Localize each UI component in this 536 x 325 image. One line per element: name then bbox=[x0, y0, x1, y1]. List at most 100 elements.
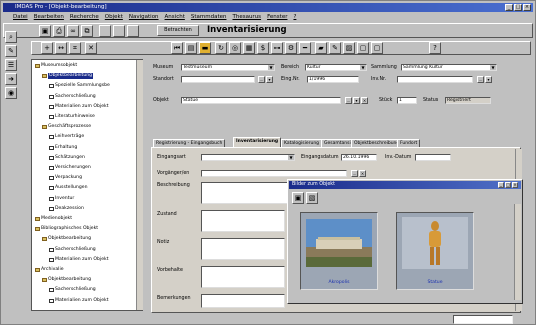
tree-item[interactable]: Materialien zum Objekt bbox=[49, 257, 109, 263]
menu-item[interactable]: Fenster bbox=[267, 13, 287, 22]
tab[interactable]: Registrierung - Eingangsbuch bbox=[153, 139, 226, 147]
popup-minimize-button[interactable]: _ bbox=[498, 182, 504, 188]
tree-item[interactable]: Objektbearbeitung bbox=[42, 236, 91, 242]
dollar-icon[interactable]: $ bbox=[257, 42, 269, 54]
lookup-button[interactable]: … bbox=[477, 76, 484, 83]
tree-item[interactable]: Archivalie bbox=[35, 267, 64, 273]
tab[interactable]: Katalogisierung bbox=[281, 139, 323, 147]
maximize-button[interactable]: □ bbox=[514, 4, 522, 11]
print-icon[interactable]: ⎙ bbox=[53, 25, 65, 37]
tree-scrollbar[interactable] bbox=[136, 60, 143, 310]
delete-icon[interactable]: ✕ bbox=[85, 42, 97, 54]
lookup-button[interactable]: × bbox=[359, 170, 366, 177]
bemerkungen-textarea[interactable] bbox=[201, 294, 285, 308]
menu-item[interactable]: Datei bbox=[13, 13, 28, 22]
tree-item[interactable]: Materialien zum Objekt bbox=[49, 104, 109, 110]
objekt-input[interactable]: Statue bbox=[181, 97, 341, 104]
list-icon[interactable]: ☰ bbox=[5, 59, 17, 71]
pen-icon[interactable]: ✎ bbox=[5, 45, 17, 57]
lookup-button[interactable]: × bbox=[361, 97, 368, 104]
chart-icon[interactable]: ▤ bbox=[185, 42, 197, 54]
vorgaenger-input[interactable] bbox=[201, 170, 347, 177]
crop-icon[interactable]: ⌗ bbox=[69, 42, 81, 54]
window-icon[interactable]: ▢ bbox=[357, 42, 369, 54]
sammlung-select[interactable]: Sammlung Kultur bbox=[401, 64, 497, 71]
search-icon[interactable]: ⌕ bbox=[5, 31, 17, 43]
menu-item[interactable]: Recherche bbox=[70, 13, 99, 22]
target-icon[interactable]: ◎ bbox=[229, 42, 241, 54]
settings-icon[interactable]: ⚙ bbox=[285, 42, 297, 54]
edit-icon[interactable]: ✎ bbox=[329, 42, 341, 54]
menu-item[interactable]: Bearbeiten bbox=[34, 13, 64, 22]
tab[interactable]: Fundort bbox=[397, 139, 421, 147]
lookup-button[interactable]: ▾ bbox=[353, 97, 360, 104]
menu-item[interactable]: Objekt bbox=[105, 13, 123, 22]
highlight-icon[interactable]: ▬ bbox=[199, 42, 211, 54]
zustand-textarea[interactable] bbox=[201, 210, 285, 232]
binoculars-icon[interactable]: ∞ bbox=[67, 25, 79, 37]
tree-item[interactable]: Sacherschließung bbox=[49, 94, 96, 100]
nav-button[interactable] bbox=[127, 25, 139, 37]
lookup-button[interactable]: ▾ bbox=[485, 76, 492, 83]
tree-item[interactable]: Versicherungen bbox=[49, 165, 91, 171]
tree-item[interactable]: Verpackung bbox=[49, 175, 82, 181]
tree-item[interactable]: Literaturhinweise bbox=[49, 114, 95, 120]
notiz-textarea[interactable] bbox=[201, 238, 285, 260]
invdatum-input[interactable] bbox=[415, 154, 451, 161]
image-thumbnail[interactable]: Akropolis bbox=[300, 212, 378, 290]
arrows-icon[interactable]: ↔ bbox=[55, 42, 67, 54]
first-record-icon[interactable]: ⏮ bbox=[171, 42, 183, 54]
view-tab-button[interactable]: Betrachten bbox=[157, 25, 199, 36]
lookup-button[interactable]: ▾ bbox=[266, 76, 273, 83]
tree-item[interactable]: Objektbearbeitung bbox=[42, 73, 94, 80]
copy-icon[interactable]: ⧉ bbox=[81, 25, 93, 37]
tree-item[interactable]: Erhaltung bbox=[49, 145, 77, 151]
tree-item[interactable]: Museumsobjekt bbox=[35, 63, 77, 69]
eingnr-input[interactable]: 1/1996 bbox=[307, 76, 359, 83]
tree-item[interactable]: Sacherschließung bbox=[49, 247, 96, 253]
camera-icon[interactable]: ▣ bbox=[292, 192, 304, 204]
lookup-button[interactable]: … bbox=[258, 76, 265, 83]
save-icon[interactable]: ▣ bbox=[39, 25, 51, 37]
tree-item[interactable]: Leihverträge bbox=[49, 134, 84, 140]
record-icon[interactable]: ◉ bbox=[5, 87, 17, 99]
gallery-icon[interactable]: ▧ bbox=[306, 192, 318, 204]
standort-input[interactable] bbox=[181, 76, 255, 83]
image-thumbnail[interactable]: Statue bbox=[396, 212, 474, 290]
link-icon[interactable]: ⊶ bbox=[271, 42, 283, 54]
tab[interactable]: Inventarisierung bbox=[233, 137, 282, 147]
bereich-select[interactable]: Kultur bbox=[305, 64, 367, 71]
minimize-button[interactable]: _ bbox=[505, 4, 513, 11]
navigation-tree[interactable]: Museumsobjekt Objektbearbeitung Spezielle … bbox=[31, 59, 143, 311]
window-icon[interactable]: ▢ bbox=[371, 42, 383, 54]
grid-icon[interactable]: ▦ bbox=[243, 42, 255, 54]
tab[interactable]: Objektbeschreibung bbox=[351, 139, 403, 147]
tree-item[interactable]: Schätzungen bbox=[49, 155, 85, 161]
help-icon[interactable]: ? bbox=[429, 42, 441, 54]
close-button[interactable]: × bbox=[523, 4, 531, 11]
tree-item[interactable]: Bibliographisches Objekt bbox=[35, 226, 98, 232]
stamp-icon[interactable]: ▰ bbox=[315, 42, 327, 54]
nav-button[interactable] bbox=[99, 25, 111, 37]
tree-item[interactable]: Objektbearbeitung bbox=[42, 277, 91, 283]
lookup-button[interactable]: … bbox=[345, 97, 352, 104]
tree-item[interactable]: Sacherschließung bbox=[49, 287, 96, 293]
tree-item[interactable]: Medienobjekt bbox=[35, 216, 72, 222]
popup-close-button[interactable]: × bbox=[512, 182, 518, 188]
tree-item[interactable]: Spezielle Sammlungsbe bbox=[49, 83, 110, 89]
popup-maximize-button[interactable]: □ bbox=[505, 182, 511, 188]
museum-select[interactable]: Testmuseum bbox=[181, 64, 275, 71]
lookup-button[interactable]: … bbox=[351, 170, 358, 177]
eingangsdatum-input[interactable]: 26.10.1996 bbox=[341, 154, 377, 161]
refresh-icon[interactable]: ↻ bbox=[215, 42, 227, 54]
stueck-input[interactable]: 1 bbox=[397, 97, 417, 104]
vorbehalte-textarea[interactable] bbox=[201, 266, 285, 288]
tree-item[interactable]: Deakzession bbox=[49, 206, 84, 212]
menu-item[interactable]: Stammdaten bbox=[191, 13, 227, 22]
menu-item[interactable]: ? bbox=[293, 13, 296, 22]
tree-item[interactable]: Ausstellungen bbox=[49, 185, 88, 191]
menu-item[interactable]: Ansicht bbox=[165, 13, 185, 22]
popup-scrollbar[interactable] bbox=[514, 204, 521, 300]
menu-item[interactable]: Navigation bbox=[129, 13, 159, 22]
tree-item[interactable]: Geschäftsprozesse bbox=[42, 124, 91, 130]
